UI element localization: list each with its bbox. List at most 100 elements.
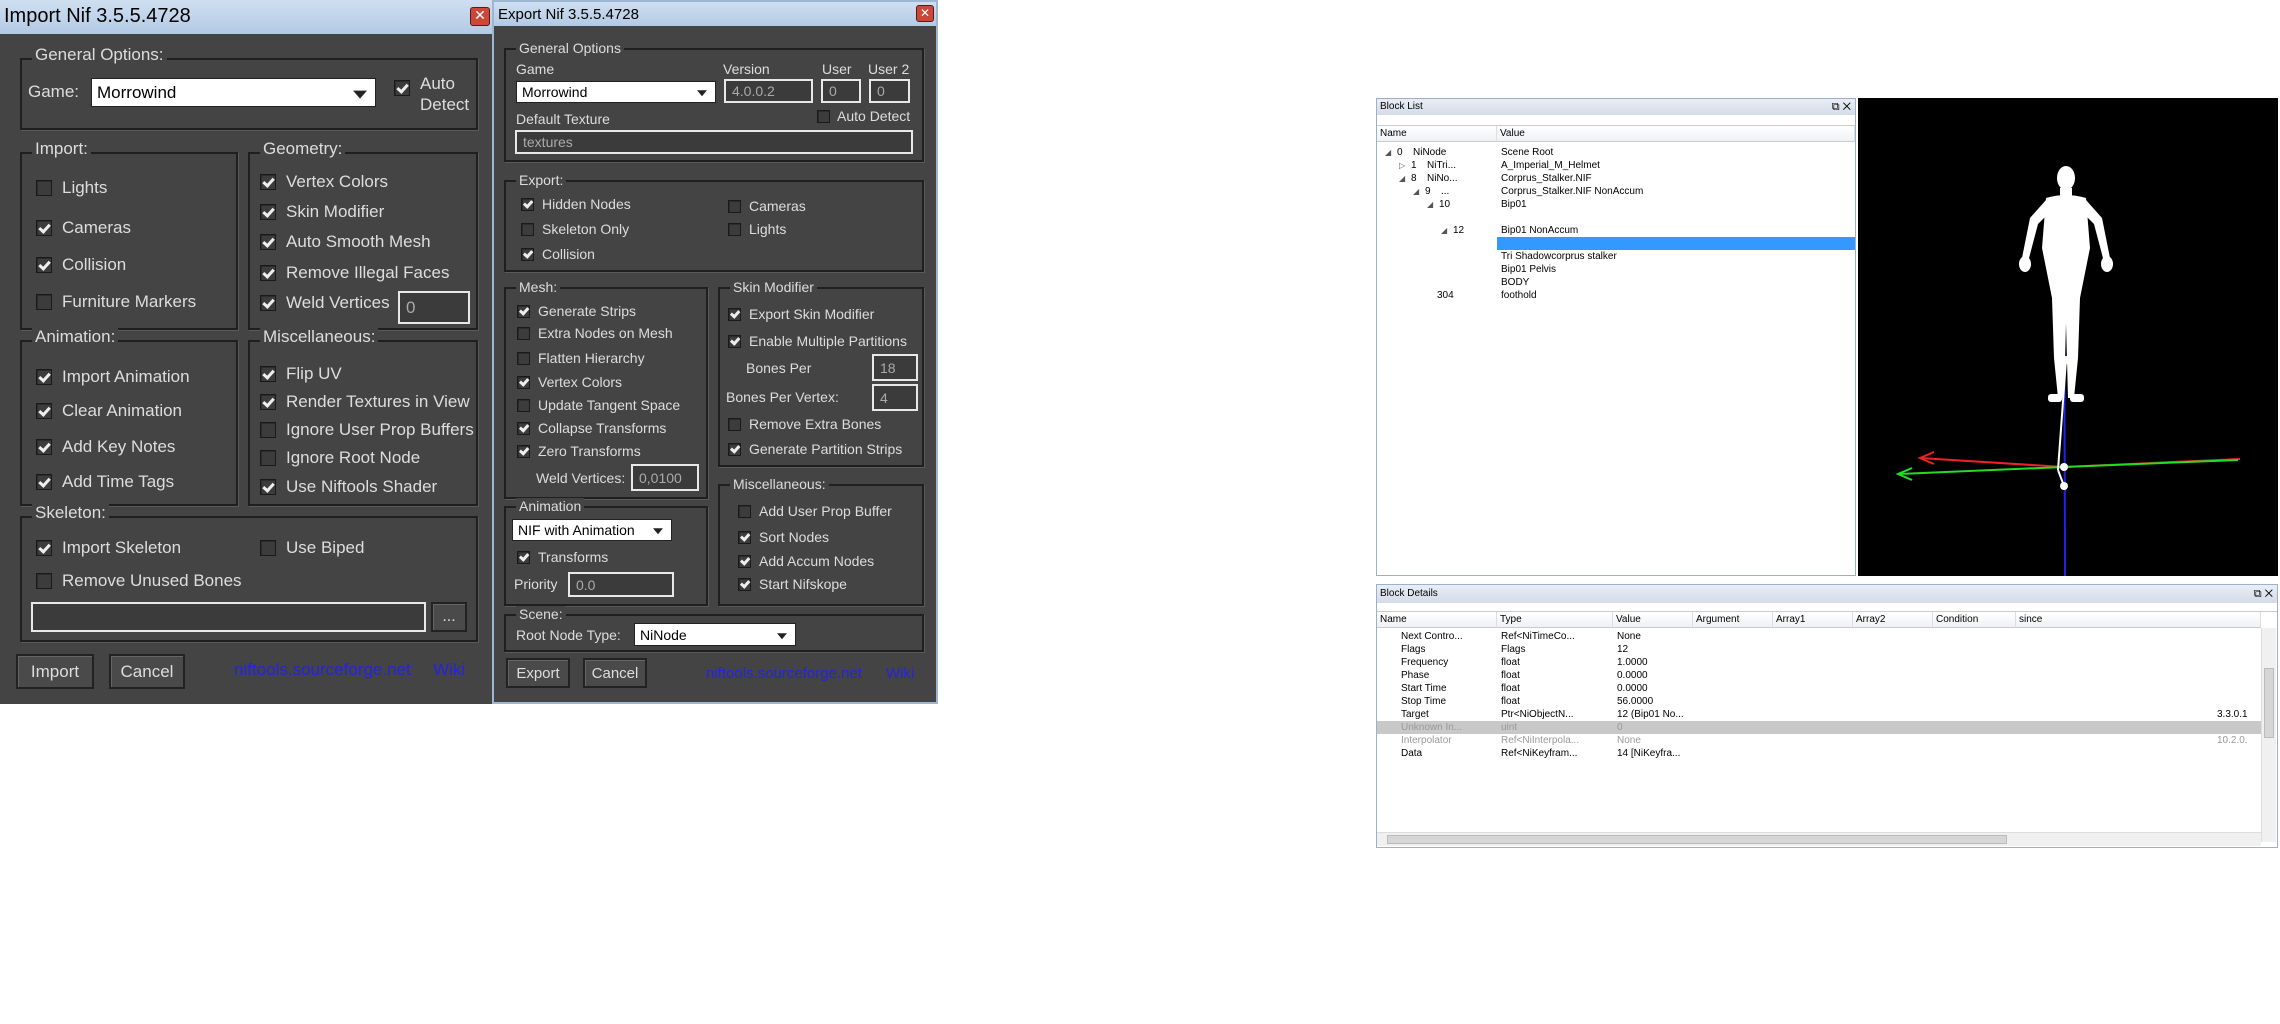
import-cancel-button[interactable]: Cancel: [109, 654, 185, 689]
details-column-header[interactable]: Condition: [1933, 612, 2016, 628]
details-column-header[interactable]: Value: [1613, 612, 1693, 628]
import-browse-button[interactable]: ...: [431, 602, 467, 632]
import-wiki-link[interactable]: Wiki: [433, 660, 465, 680]
import-niftools-link[interactable]: niftools.sourceforge.net: [234, 660, 411, 680]
close-icon[interactable]: ✕: [1843, 101, 1851, 113]
float-icon[interactable]: ⧉: [1832, 101, 1840, 113]
export-update-tangent-checkbox[interactable]: Update Tangent Space: [517, 397, 680, 413]
export-zero-transforms-checkbox[interactable]: Zero Transforms: [517, 443, 641, 459]
details-row[interactable]: Phase float 0.0000: [1377, 669, 2261, 682]
details-row[interactable]: Unknown In... uint 0: [1377, 721, 2261, 734]
tree-row[interactable]: 304 foothold: [1377, 289, 1855, 302]
export-skin-modifier-checkbox[interactable]: Export Skin Modifier: [728, 306, 874, 322]
export-cancel-button[interactable]: Cancel: [583, 658, 647, 688]
import-remove-unused-bones-checkbox[interactable]: Remove Unused Bones: [36, 571, 242, 591]
tree-row[interactable]: [1377, 211, 1855, 224]
export-start-nifskope-checkbox[interactable]: Start Nifskope: [738, 576, 847, 592]
tree-row[interactable]: BODY: [1377, 276, 1855, 289]
column-header-value[interactable]: Value: [1497, 126, 1855, 142]
expand-arrow-icon[interactable]: ◢: [1413, 185, 1419, 198]
tree-row[interactable]: ◢ 9... Corprus_Stalker.NIF NonAccum: [1377, 185, 1855, 198]
import-ignore-root-node-checkbox[interactable]: Ignore Root Node: [260, 448, 420, 468]
import-vertex-colors-checkbox[interactable]: Vertex Colors: [260, 172, 388, 192]
export-sort-nodes-checkbox[interactable]: Sort Nodes: [738, 529, 829, 545]
import-animation-checkbox[interactable]: Import Animation: [36, 367, 190, 387]
tree-row[interactable]: Bip01 Pelvis: [1377, 263, 1855, 276]
export-button[interactable]: Export: [506, 658, 570, 688]
export-multiple-partitions-checkbox[interactable]: Enable Multiple Partitions: [728, 333, 907, 349]
import-add-key-notes-checkbox[interactable]: Add Key Notes: [36, 437, 175, 457]
import-auto-detect-checkbox[interactable]: [394, 80, 410, 96]
export-version-field[interactable]: 4.0.0.2: [724, 79, 813, 103]
details-row[interactable]: Interpolator Ref<NiInterpola... None 10.2.0…: [1377, 734, 2261, 747]
export-bones-per-vertex-field[interactable]: 4: [872, 384, 918, 411]
expand-arrow-icon[interactable]: ◢: [1427, 198, 1433, 211]
close-icon[interactable]: ✕: [2265, 588, 2273, 600]
export-collapse-transforms-checkbox[interactable]: Collapse Transforms: [517, 420, 666, 436]
export-generate-strips-checkbox[interactable]: Generate Strips: [517, 303, 636, 319]
export-vertex-colors-checkbox[interactable]: Vertex Colors: [517, 374, 622, 390]
expand-arrow-icon[interactable]: ◢: [1385, 146, 1391, 159]
details-column-header[interactable]: since: [2016, 612, 2261, 628]
import-auto-smooth-checkbox[interactable]: Auto Smooth Mesh: [260, 232, 431, 252]
details-row[interactable]: Start Time float 0.0000: [1377, 682, 2261, 695]
import-lights-checkbox[interactable]: Lights: [36, 178, 107, 198]
export-extra-nodes-checkbox[interactable]: Extra Nodes on Mesh: [517, 325, 673, 341]
import-button[interactable]: Import: [16, 654, 94, 689]
import-collision-checkbox[interactable]: Collision: [36, 255, 126, 275]
column-header-name[interactable]: Name: [1377, 126, 1497, 142]
import-flip-uv-checkbox[interactable]: Flip UV: [260, 364, 342, 384]
import-weld-vertices-checkbox[interactable]: Weld Vertices: [260, 293, 390, 313]
export-collision-checkbox[interactable]: Collision: [521, 246, 595, 262]
export-transforms-checkbox[interactable]: Transforms: [517, 549, 608, 565]
tree-row[interactable]: ◢ 12 Bip01 NonAccum: [1377, 224, 1855, 237]
tree-row[interactable]: ▷ 1 NiTri... A_Imperial_M_Helmet: [1377, 159, 1855, 172]
export-remove-extra-bones-checkbox[interactable]: Remove Extra Bones: [728, 416, 881, 432]
details-column-header[interactable]: Array2: [1853, 612, 1933, 628]
details-row[interactable]: Next Contro... Ref<NiTimeCo... None: [1377, 630, 2261, 643]
export-flatten-hierarchy-checkbox[interactable]: Flatten Hierarchy: [517, 350, 645, 366]
import-render-textures-checkbox[interactable]: Render Textures in View: [260, 392, 474, 412]
import-use-niftools-shader-checkbox[interactable]: Use Niftools Shader: [260, 477, 437, 497]
import-ignore-user-prop-checkbox[interactable]: Ignore User Prop Buffers: [260, 420, 474, 440]
details-row[interactable]: Target Ptr<NiObjectN... 12 (Bip01 No... 3.3…: [1377, 708, 2261, 721]
export-add-user-prop-checkbox[interactable]: Add User Prop Buffer: [738, 503, 892, 519]
export-weld-vertices-field[interactable]: 0,0100: [631, 464, 699, 491]
expand-arrow-icon[interactable]: ▷: [1399, 159, 1405, 172]
details-row[interactable]: Flags Flags 12: [1377, 643, 2261, 656]
import-cameras-checkbox[interactable]: Cameras: [36, 218, 131, 238]
horizontal-scrollbar[interactable]: [1377, 832, 2261, 846]
import-skeleton-path-field[interactable]: [31, 602, 426, 632]
tree-row[interactable]: ◢ 8 NiNo... Corprus_Stalker.NIF: [1377, 172, 1855, 185]
export-skeleton-only-checkbox[interactable]: Skeleton Only: [521, 221, 629, 237]
export-niftools-link[interactable]: niftools.sourceforge.net: [706, 665, 862, 682]
import-weld-vertices-field[interactable]: 0: [398, 291, 470, 324]
export-game-dropdown[interactable]: Morrowind: [516, 81, 716, 103]
export-texture-field[interactable]: textures: [515, 130, 913, 154]
tree-row[interactable]: [1377, 237, 1855, 250]
tree-row[interactable]: ◢ 0 NiNode Scene Root: [1377, 146, 1855, 159]
scrollbar-thumb[interactable]: [2264, 668, 2274, 738]
import-use-biped-checkbox[interactable]: Use Biped: [260, 538, 364, 558]
details-row[interactable]: Frequency float 1.0000: [1377, 656, 2261, 669]
details-column-header[interactable]: Name: [1377, 612, 1497, 628]
tree-row[interactable]: Tri Shadowcorprus stalker: [1377, 250, 1855, 263]
import-skeleton-checkbox[interactable]: Import Skeleton: [36, 538, 181, 558]
export-close-button[interactable]: ✕: [916, 5, 934, 22]
export-animation-mode-dropdown[interactable]: NIF with Animation: [512, 519, 672, 541]
import-furniture-markers-checkbox[interactable]: Furniture Markers: [36, 292, 196, 312]
vertical-scrollbar[interactable]: [2261, 628, 2276, 842]
tree-row[interactable]: ◢ 10 Bip01: [1377, 198, 1855, 211]
export-lights-checkbox[interactable]: Lights: [728, 221, 786, 237]
expand-arrow-icon[interactable]: ◢: [1399, 172, 1405, 185]
import-close-button[interactable]: ✕: [470, 7, 490, 26]
export-auto-detect-checkbox[interactable]: Auto Detect: [817, 108, 910, 124]
scrollbar-thumb[interactable]: [1387, 835, 2007, 844]
import-clear-animation-checkbox[interactable]: Clear Animation: [36, 401, 182, 421]
export-wiki-link[interactable]: Wiki: [886, 665, 914, 682]
expand-arrow-icon[interactable]: ◢: [1441, 224, 1447, 237]
details-column-header[interactable]: Argument: [1693, 612, 1773, 628]
details-column-header[interactable]: Array1: [1773, 612, 1853, 628]
import-remove-illegal-faces-checkbox[interactable]: Remove Illegal Faces: [260, 263, 449, 283]
export-user2-field[interactable]: 0: [869, 79, 910, 103]
